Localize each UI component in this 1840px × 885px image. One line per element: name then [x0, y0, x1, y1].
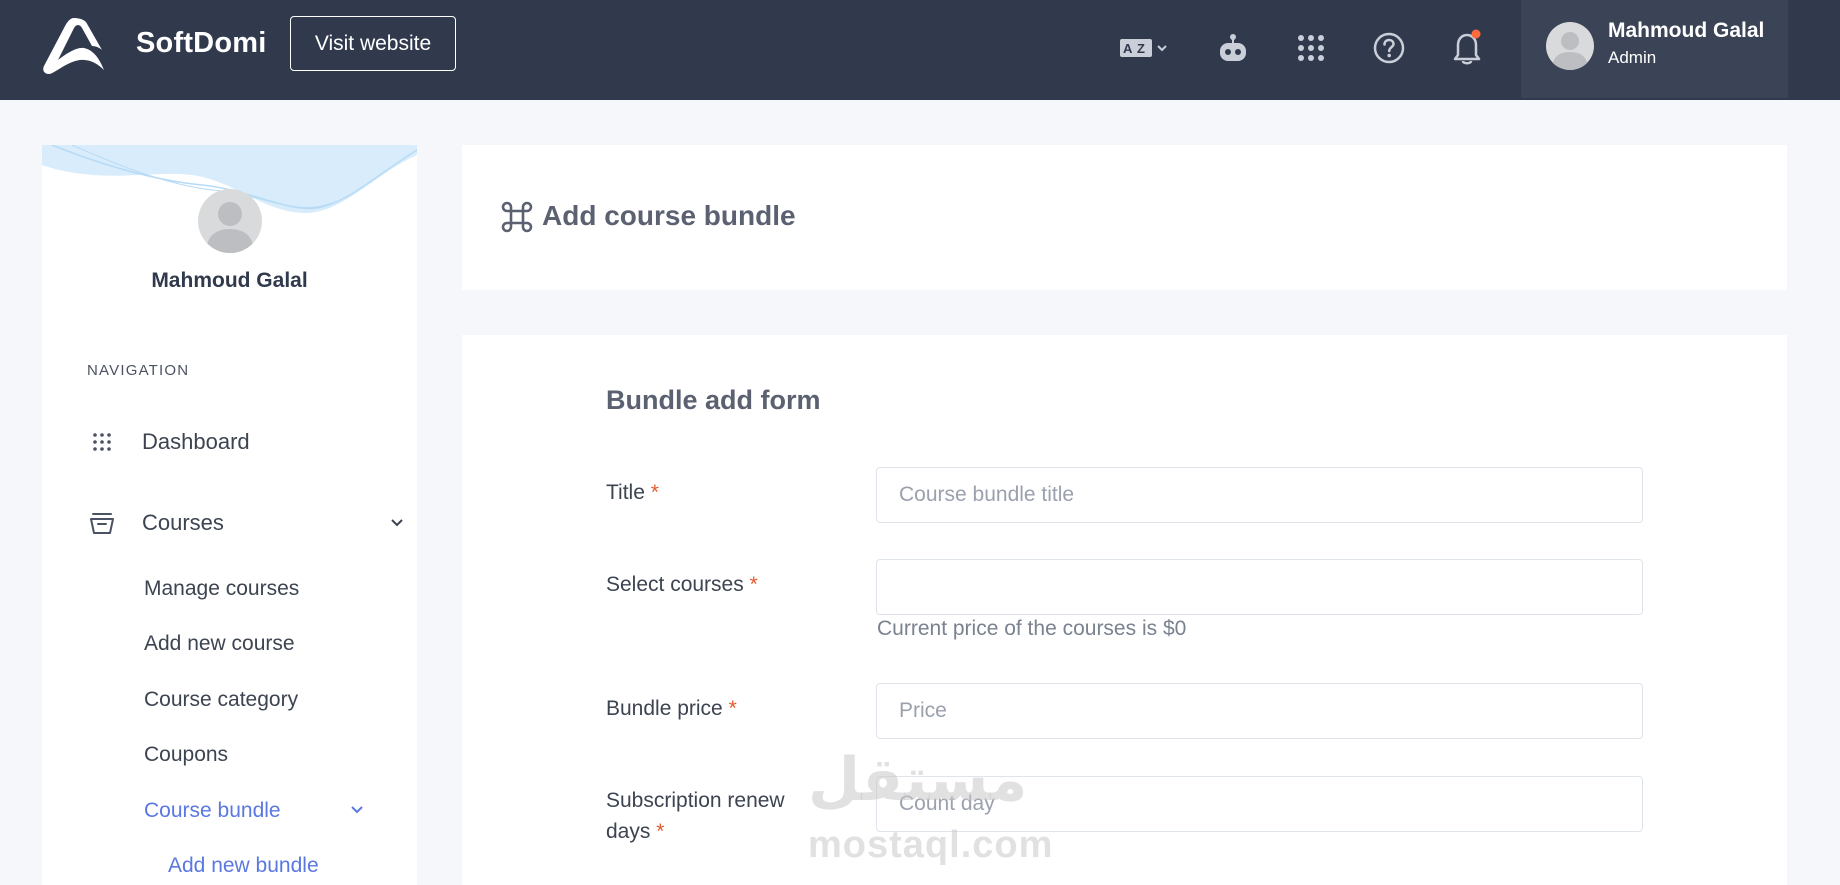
sidebar-subitem-course-bundle[interactable]: Course bundle [144, 799, 281, 823]
sidebar-subitem-coupons[interactable]: Coupons [144, 743, 228, 767]
required-mark: * [749, 573, 758, 596]
price-label-text: Bundle price [606, 697, 723, 720]
chevron-down-icon [391, 519, 403, 527]
avatar [1546, 22, 1594, 70]
courses-label-text: Select courses [606, 573, 744, 596]
sidebar-profile-name: Mahmoud Galal [151, 269, 308, 292]
help-icon[interactable] [1370, 28, 1408, 68]
sidebar-item-courses[interactable]: Courses [87, 501, 403, 545]
watermark-arabic: مستقل [808, 746, 1028, 813]
title-label-text: Title [606, 481, 645, 504]
renew-days-label-line1: Subscription renew [606, 789, 785, 812]
select-courses-input[interactable] [876, 559, 1643, 615]
title-label: Title * [606, 477, 659, 508]
svg-text:Z: Z [1137, 41, 1145, 56]
top-navbar: SoftDomi Visit website A Z Mahmoud Galal… [0, 0, 1840, 100]
sidebar-subitem-course-category[interactable]: Course category [144, 688, 298, 712]
notification-dot [1471, 29, 1481, 39]
form-title: Bundle add form [606, 385, 821, 415]
dashboard-grid-icon [87, 427, 117, 457]
sidebar-subitem-add-new-course[interactable]: Add new course [144, 632, 295, 656]
sidebar-item-label: Courses [142, 510, 224, 535]
courses-price-help: Current price of the courses is $0 [877, 617, 1187, 640]
logo-icon[interactable] [40, 16, 108, 76]
title-input[interactable] [876, 467, 1643, 523]
nav-heading: NAVIGATION [87, 362, 190, 379]
bundle-price-input[interactable] [876, 683, 1643, 739]
command-icon [501, 201, 533, 233]
bell-icon[interactable] [1447, 28, 1487, 68]
sidebar-subitem-add-new-bundle[interactable]: Add new bundle [168, 854, 319, 878]
bundle-form-card: Bundle add form Title * Select courses *… [462, 335, 1787, 885]
user-role: Admin [1608, 48, 1657, 67]
robot-icon[interactable] [1216, 28, 1250, 68]
brand-name: SoftDomi [136, 27, 267, 59]
sidebar-item-dashboard[interactable]: Dashboard [87, 420, 387, 464]
sidebar-avatar [198, 189, 262, 253]
courses-icon [87, 508, 117, 538]
sidebar: Mahmoud Galal NAVIGATION Dashboard Cours… [42, 145, 417, 885]
price-label: Bundle price * [606, 693, 737, 724]
chevron-down-icon[interactable] [350, 805, 364, 815]
page-title: Add course bundle [542, 200, 796, 231]
required-mark: * [650, 481, 659, 504]
renew-days-label: Subscription renew days * [606, 785, 785, 847]
sidebar-item-label: Dashboard [142, 429, 250, 454]
required-mark: * [656, 820, 665, 843]
apps-grid-icon[interactable] [1295, 28, 1327, 68]
svg-text:A: A [1123, 41, 1133, 56]
courses-label: Select courses * [606, 569, 758, 600]
page-header-card: Add course bundle [462, 145, 1787, 290]
sidebar-subitem-manage-courses[interactable]: Manage courses [144, 577, 299, 601]
watermark-text: mostaql.com [808, 824, 1054, 866]
visit-website-button[interactable]: Visit website [290, 16, 456, 71]
user-name: Mahmoud Galal [1608, 19, 1765, 42]
user-menu[interactable]: Mahmoud Galal Admin [1521, 0, 1788, 98]
required-mark: * [728, 697, 737, 720]
renew-days-label-line2: days [606, 820, 651, 843]
language-icon[interactable]: A Z [1118, 28, 1172, 68]
